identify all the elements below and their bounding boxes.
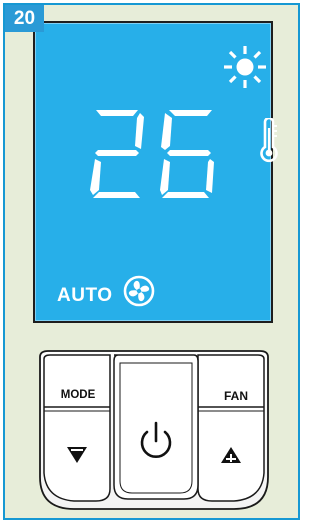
up-button[interactable] xyxy=(198,411,264,501)
remote-control-panel: 20 26 xyxy=(3,3,300,520)
thermometer-icon xyxy=(260,118,278,163)
button-pad: MODE FAN xyxy=(34,349,274,512)
mode-button[interactable] xyxy=(44,355,110,407)
fan-button[interactable] xyxy=(198,355,264,407)
digit-2 xyxy=(90,110,144,198)
sun-icon xyxy=(224,46,266,88)
power-button[interactable] xyxy=(114,355,198,499)
lcd-screen: 26 AUTO xyxy=(33,21,278,323)
figure-number-badge: 20 xyxy=(5,5,44,32)
mode-indicator: AUTO xyxy=(57,285,113,306)
temperature-display xyxy=(90,110,214,198)
down-button[interactable] xyxy=(44,411,110,501)
digit-6 xyxy=(160,110,214,198)
fan-icon xyxy=(123,275,155,307)
